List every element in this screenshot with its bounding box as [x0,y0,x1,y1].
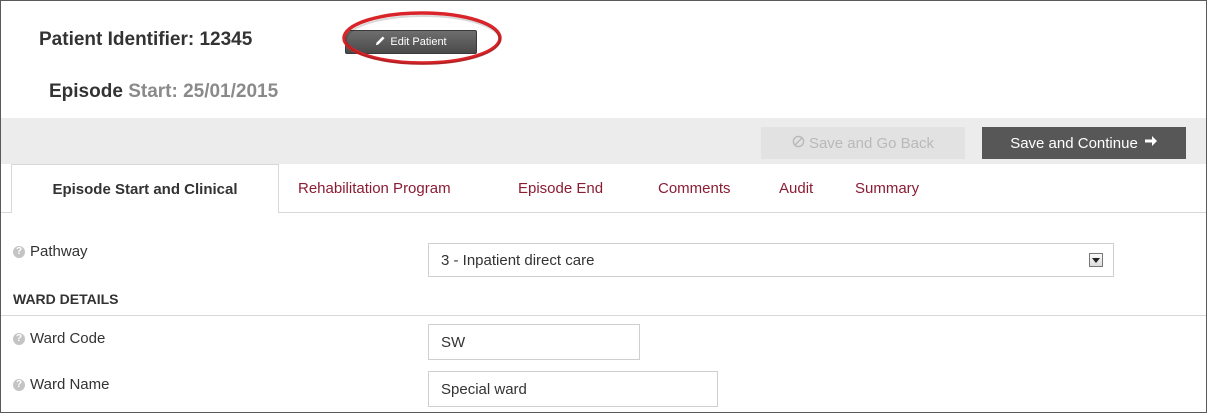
arrow-right-icon [1144,134,1158,152]
tab-rehabilitation-program[interactable]: Rehabilitation Program [298,164,451,212]
edit-patient-button[interactable]: Edit Patient [345,30,477,54]
ward-name-label: Ward Name [30,376,110,393]
save-continue-label: Save and Continue [1010,134,1138,152]
ward-name-input[interactable]: Special ward [428,371,718,407]
patient-identifier: Patient Identifier: 12345 [39,29,253,50]
save-and-go-back-button[interactable]: Save and Go Back [761,127,965,159]
tab-comments[interactable]: Comments [658,164,731,212]
ward-code-row-label: ? Ward Code [13,330,105,347]
ward-name-value: Special ward [441,380,527,398]
tab-audit[interactable]: Audit [779,164,813,212]
ward-details-heading: WARD DETAILS [13,291,119,307]
pathway-row-label: ? Pathway [13,243,88,260]
help-icon[interactable]: ? [13,332,25,345]
ward-code-label: Ward Code [30,330,106,347]
pencil-icon [375,35,386,49]
pathway-select[interactable]: 3 - Inpatient direct care [428,243,1114,277]
episode-label: Episode [49,81,123,102]
ward-code-input[interactable]: SW [428,324,640,360]
edit-patient-label: Edit Patient [390,36,447,48]
tab-episode-end[interactable]: Episode End [518,164,603,212]
pathway-label: Pathway [30,243,88,260]
chevron-down-icon[interactable] [1089,253,1103,267]
help-icon[interactable]: ? [13,378,25,391]
save-back-label: Save and Go Back [808,134,935,152]
pathway-value: 3 - Inpatient direct care [441,251,595,269]
app-frame: Patient Identifier: 12345 Edit Patient E… [0,0,1207,413]
tab-summary[interactable]: Summary [855,164,919,212]
ban-icon [792,135,805,152]
action-toolbar: Save and Go Back Save and Continue [1,118,1206,164]
ward-code-value: SW [441,333,466,351]
section-divider [1,315,1206,316]
episode-start: Start: 25/01/2015 [128,81,279,102]
ward-name-row-label: ? Ward Name [13,376,109,393]
episode-heading: Episode Start: 25/01/2015 [49,81,278,103]
tab-episode-start[interactable]: Episode Start and Clinical [11,164,279,213]
help-icon[interactable]: ? [13,245,25,258]
save-and-continue-button[interactable]: Save and Continue [982,127,1186,159]
tab-bar: Episode Start and Clinical Rehabilitatio… [1,164,1206,213]
